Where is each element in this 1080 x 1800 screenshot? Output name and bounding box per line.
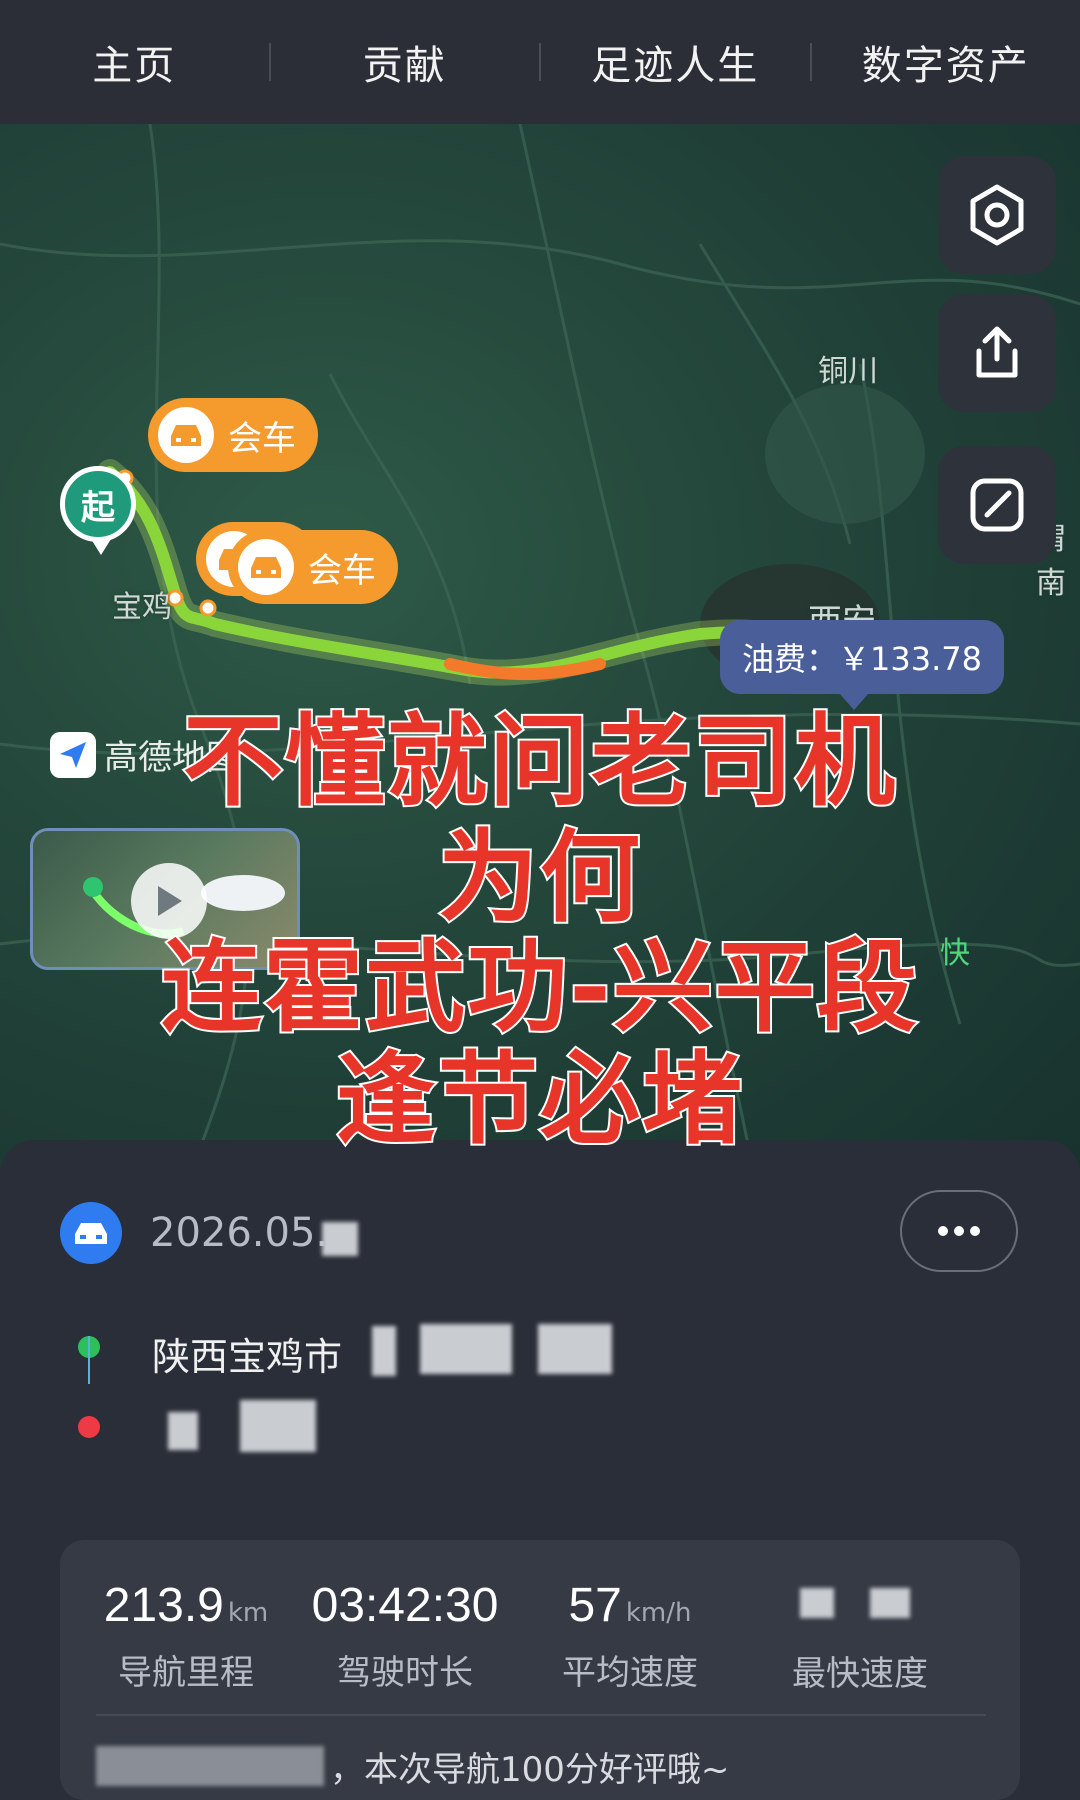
avg-speed-value: 57 xyxy=(568,1579,622,1632)
avg-speed-unit: km/h xyxy=(625,1598,692,1628)
avg-speed-label: 平均速度 xyxy=(562,1653,698,1693)
distance-label: 导航里程 xyxy=(118,1653,254,1693)
car-icon xyxy=(158,407,214,463)
stat-distance: 213.9 km 导航里程 xyxy=(96,1578,276,1694)
trip-date: 2026.05. xyxy=(150,1210,329,1256)
trip-detail-sheet: 2026.05. 陕西宝鸡市 213.9 km 导航里程 03:42:30 驾驶时… xyxy=(0,1140,1080,1800)
start-pin[interactable]: 起 xyxy=(60,466,136,555)
top-nav: 主页 贡献 足迹人生 数字资产 xyxy=(0,0,1080,124)
redacted-block xyxy=(96,1746,324,1786)
redacted-block xyxy=(538,1324,612,1374)
tab-footprint[interactable]: 足迹人生 xyxy=(541,33,810,91)
share-button[interactable] xyxy=(938,294,1056,412)
stat-max-speed: 最快速度 xyxy=(760,1578,960,1695)
meet-car-label: 会车 xyxy=(308,550,376,591)
route-connector-line xyxy=(88,1336,90,1384)
more-dots-icon xyxy=(938,1226,980,1236)
tab-home[interactable]: 主页 xyxy=(0,33,269,91)
redacted-block xyxy=(420,1324,512,1374)
start-address: 陕西宝鸡市 xyxy=(152,1335,343,1379)
car-icon xyxy=(238,539,294,595)
meet-car-tag[interactable]: 会车 xyxy=(148,398,318,472)
settings-hex-icon xyxy=(970,184,1024,246)
city-label-tongchuan: 铜川 xyxy=(818,354,878,389)
distance-value: 213.9 xyxy=(103,1579,224,1632)
redacted-block xyxy=(240,1400,316,1452)
redacted-block xyxy=(372,1326,396,1376)
duration-value: 03:42:30 xyxy=(311,1579,499,1632)
share-icon xyxy=(976,326,1018,378)
redacted-block xyxy=(800,1588,834,1618)
tab-digital-assets[interactable]: 数字资产 xyxy=(812,33,1080,91)
distance-unit: km xyxy=(227,1598,269,1628)
redacted-block xyxy=(322,1222,358,1256)
city-label-baoji: 宝鸡 xyxy=(112,590,172,625)
edit-icon xyxy=(970,478,1024,532)
tab-contribution[interactable]: 贡献 xyxy=(271,33,540,91)
stat-avg-speed: 57 km/h 平均速度 xyxy=(530,1578,730,1694)
duration-label: 驾驶时长 xyxy=(337,1653,473,1693)
stat-duration: 03:42:30 驾驶时长 xyxy=(310,1578,500,1694)
max-speed-label: 最快速度 xyxy=(792,1654,928,1694)
car-nav-icon xyxy=(60,1202,122,1264)
edit-button[interactable] xyxy=(938,446,1056,564)
meet-car-tag[interactable]: 会车 xyxy=(228,530,398,604)
caption-line-4: 逢节必堵 xyxy=(334,1039,744,1160)
stats-divider xyxy=(96,1714,986,1716)
more-button[interactable] xyxy=(900,1190,1018,1272)
redacted-block xyxy=(870,1588,910,1618)
redacted-block xyxy=(168,1412,198,1450)
settings-button[interactable] xyxy=(938,156,1056,274)
meet-car-label: 会车 xyxy=(228,418,296,459)
trip-comment: ，本次导航100分好评哦~ xyxy=(330,1750,730,1790)
trip-stats-card: 213.9 km 导航里程 03:42:30 驾驶时长 57 km/h 平均速度 最… xyxy=(60,1540,1020,1800)
end-dot xyxy=(78,1416,100,1438)
